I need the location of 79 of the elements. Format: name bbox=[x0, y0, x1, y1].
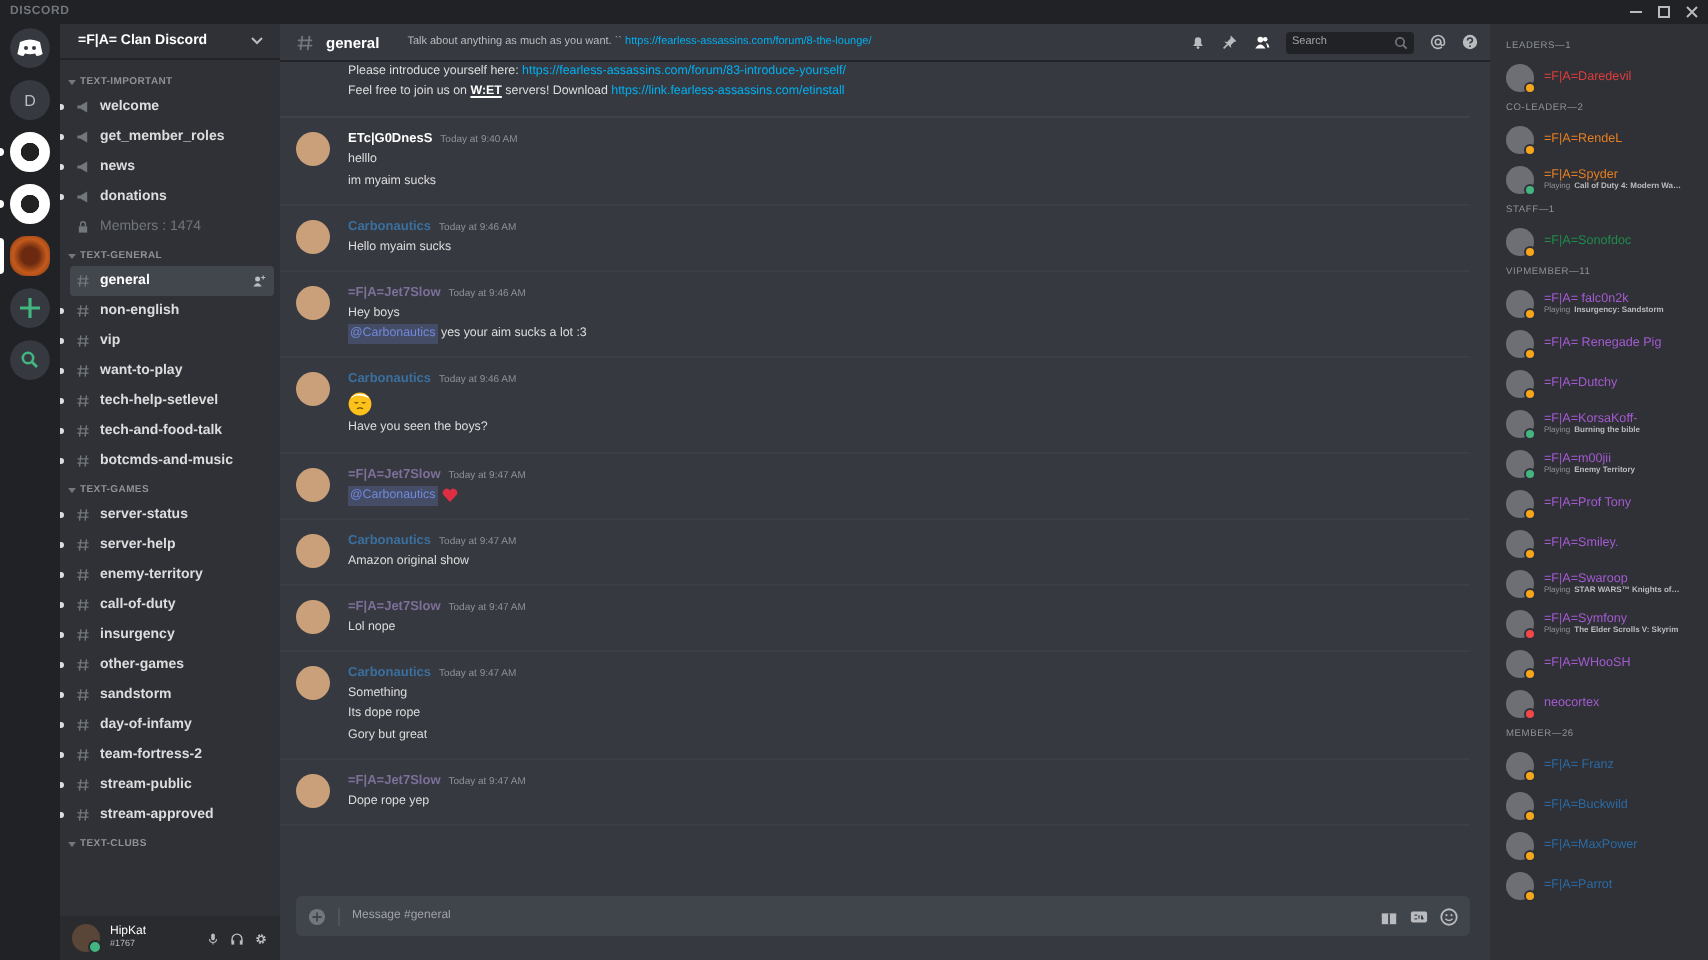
member-avatar[interactable] bbox=[1506, 832, 1534, 860]
caret-icon[interactable] bbox=[68, 78, 76, 86]
hash-icon bbox=[76, 424, 90, 438]
member-avatar[interactable] bbox=[1506, 690, 1534, 718]
member-avatar[interactable] bbox=[1506, 228, 1534, 256]
close-icon[interactable] bbox=[1684, 4, 1700, 20]
plus-icon[interactable] bbox=[10, 288, 50, 328]
hash-icon bbox=[76, 628, 90, 642]
member-avatar[interactable] bbox=[1506, 370, 1534, 398]
at-sign-icon[interactable] bbox=[1430, 34, 1446, 50]
caret-icon[interactable] bbox=[68, 840, 76, 848]
heart-icon bbox=[441, 488, 458, 503]
hash-icon bbox=[76, 718, 90, 732]
hash-icon bbox=[76, 394, 90, 408]
megaphone-icon bbox=[76, 190, 90, 204]
hash-icon bbox=[76, 274, 90, 288]
hash-icon bbox=[76, 508, 90, 522]
member-avatar[interactable] bbox=[1506, 64, 1534, 92]
hash-icon bbox=[76, 658, 90, 672]
member-avatar[interactable] bbox=[1506, 490, 1534, 518]
hash-icon bbox=[76, 538, 90, 552]
hash-icon bbox=[76, 748, 90, 762]
person-plus-icon[interactable] bbox=[252, 274, 266, 288]
user-avatar[interactable] bbox=[296, 600, 330, 635]
member-avatar[interactable] bbox=[1506, 330, 1534, 358]
user-avatar[interactable] bbox=[296, 666, 330, 701]
member-avatar[interactable] bbox=[1506, 290, 1534, 318]
user-avatar[interactable] bbox=[296, 467, 330, 502]
pin-icon[interactable] bbox=[1222, 34, 1238, 50]
member-avatar[interactable] bbox=[1506, 792, 1534, 820]
user-avatar[interactable] bbox=[296, 219, 330, 254]
hash-icon bbox=[76, 778, 90, 792]
member-avatar[interactable] bbox=[1506, 872, 1534, 900]
user-avatar[interactable] bbox=[296, 372, 330, 407]
user-avatar[interactable] bbox=[296, 132, 330, 167]
member-avatar[interactable] bbox=[1506, 650, 1534, 678]
megaphone-icon bbox=[76, 130, 90, 144]
maximize-icon[interactable] bbox=[1656, 4, 1672, 20]
user-avatar[interactable] bbox=[296, 773, 330, 808]
microphone-icon[interactable] bbox=[206, 931, 220, 945]
member-avatar[interactable] bbox=[1506, 126, 1534, 154]
headphones-icon[interactable] bbox=[230, 931, 244, 945]
hash-icon bbox=[76, 568, 90, 582]
hash-icon bbox=[76, 304, 90, 318]
settings-icon[interactable] bbox=[254, 931, 268, 945]
member-avatar[interactable] bbox=[1506, 752, 1534, 780]
member-avatar[interactable] bbox=[1506, 450, 1534, 478]
hash-icon bbox=[76, 364, 90, 378]
caret-icon[interactable] bbox=[68, 486, 76, 494]
chevron-down-icon bbox=[250, 36, 264, 46]
bell-icon[interactable] bbox=[1190, 34, 1206, 50]
member-avatar[interactable] bbox=[1506, 570, 1534, 598]
relieved-face-icon bbox=[348, 392, 372, 417]
member-avatar[interactable] bbox=[1506, 530, 1534, 558]
user-avatar[interactable] bbox=[72, 924, 100, 952]
smiley-icon[interactable] bbox=[1440, 907, 1458, 925]
hash-icon bbox=[76, 598, 90, 612]
members-icon[interactable] bbox=[1254, 34, 1270, 50]
lock-icon bbox=[76, 220, 90, 234]
gamepad-icon[interactable] bbox=[10, 28, 50, 68]
search-icon[interactable] bbox=[10, 340, 50, 380]
hash-icon bbox=[76, 334, 90, 348]
server-icon[interactable]: D bbox=[10, 80, 50, 120]
megaphone-icon bbox=[76, 100, 90, 114]
member-avatar[interactable] bbox=[1506, 410, 1534, 438]
hash-icon bbox=[76, 454, 90, 468]
help-icon[interactable] bbox=[1462, 34, 1478, 50]
hash-icon bbox=[296, 33, 314, 51]
user-avatar[interactable] bbox=[296, 533, 330, 568]
search-icon bbox=[1394, 35, 1408, 49]
hash-icon bbox=[76, 688, 90, 702]
caret-icon[interactable] bbox=[68, 252, 76, 260]
megaphone-icon bbox=[76, 160, 90, 174]
member-avatar[interactable] bbox=[1506, 166, 1534, 194]
user-avatar[interactable] bbox=[296, 286, 330, 321]
server-icon[interactable] bbox=[10, 184, 50, 224]
hash-icon bbox=[76, 808, 90, 822]
member-avatar[interactable] bbox=[1506, 610, 1534, 638]
server-icon[interactable] bbox=[10, 132, 50, 172]
